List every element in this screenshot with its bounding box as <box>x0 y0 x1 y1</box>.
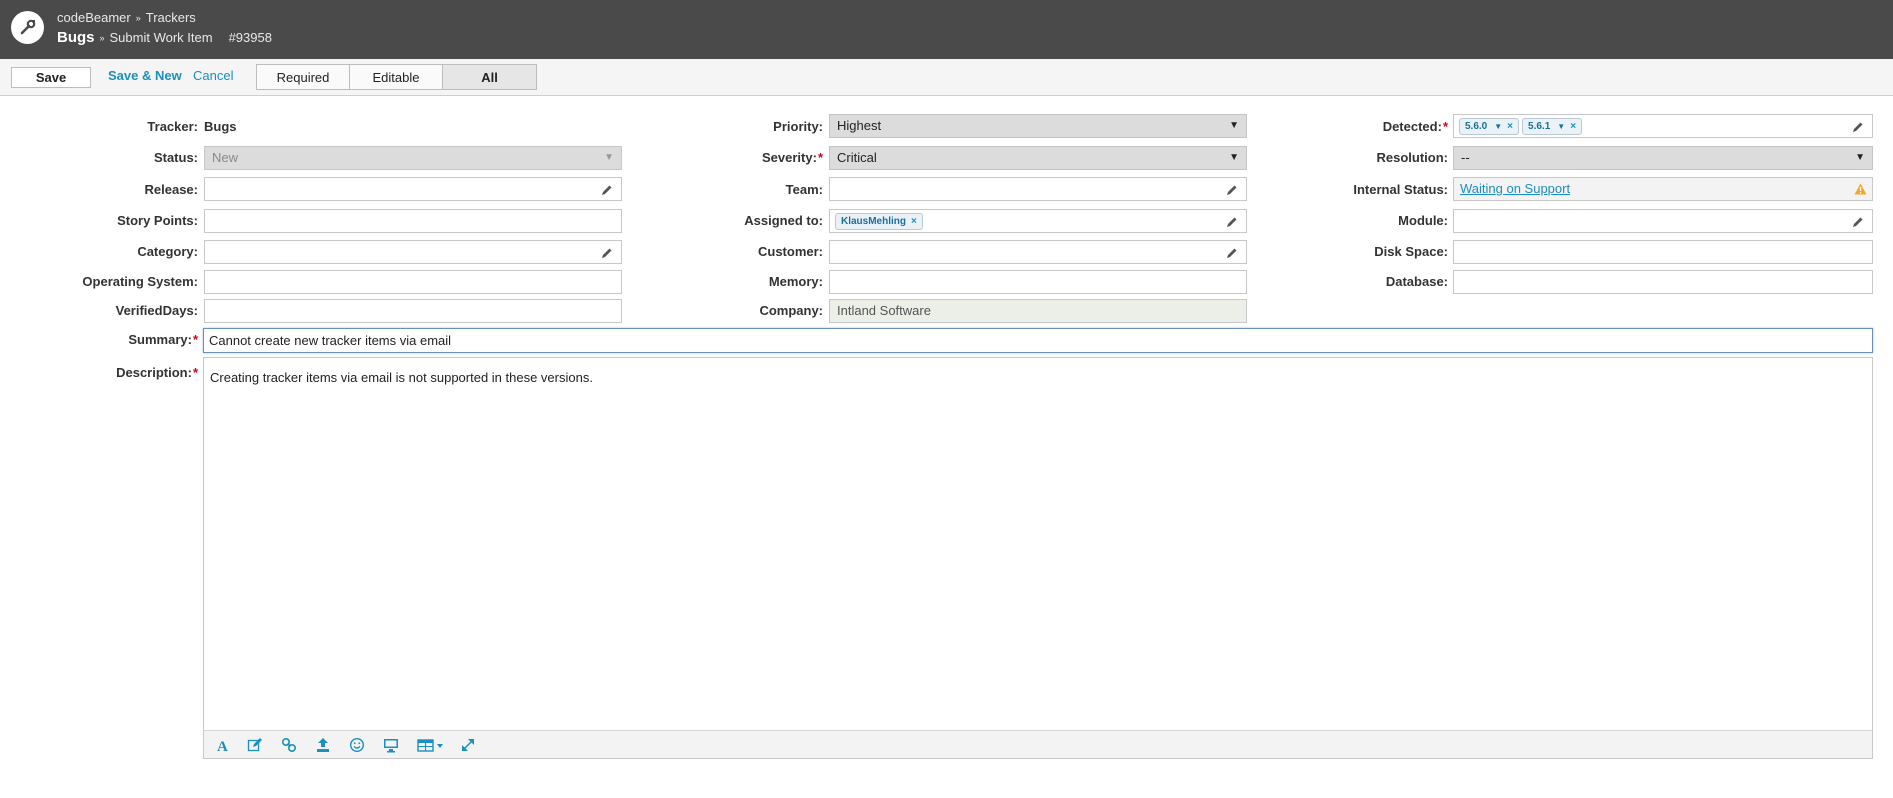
assigned-to-field[interactable]: KlausMehling × <box>829 209 1247 233</box>
warning-icon <box>1854 183 1867 195</box>
description-text[interactable]: Creating tracker items via email is not … <box>210 370 593 385</box>
release-field[interactable] <box>204 177 622 201</box>
chevron-down-icon[interactable]: ▼ <box>1557 122 1565 131</box>
priority-select[interactable]: Highest ▼ <box>829 114 1247 138</box>
summary-label: Summary:* <box>128 332 198 347</box>
item-id: #93958 <box>228 30 272 45</box>
resolution-value: -- <box>1461 150 1470 165</box>
internal-status-link[interactable]: Waiting on Support <box>1460 181 1570 196</box>
chevron-down-icon: ▼ <box>1229 120 1239 131</box>
table-icon[interactable] <box>417 737 447 753</box>
filter-all-button[interactable]: All <box>443 65 536 89</box>
svg-text:A: A <box>217 739 228 753</box>
team-field[interactable] <box>829 177 1247 201</box>
editor-toolbar: A <box>204 730 1872 758</box>
assigned-to-label: Assigned to: <box>744 213 823 228</box>
module-field[interactable] <box>1453 209 1873 233</box>
memory-label: Memory: <box>768 274 823 289</box>
pencil-icon[interactable] <box>1852 216 1864 228</box>
customer-label: Customer: <box>757 244 823 259</box>
category-label: Category: <box>137 244 198 259</box>
chevron-down-icon: ▼ <box>1229 152 1239 163</box>
preview-icon[interactable] <box>383 737 399 753</box>
save-button[interactable]: Save <box>11 67 91 88</box>
priority-label: Priority: <box>773 119 823 134</box>
filter-required-button[interactable]: Required <box>257 65 350 89</box>
detected-field[interactable]: 5.6.0 ▼ × 5.6.1 ▼ × <box>1453 114 1873 138</box>
memory-input[interactable] <box>829 270 1247 294</box>
internal-status-label: Internal Status: <box>1353 182 1448 197</box>
tracker-value: Bugs <box>204 119 237 134</box>
filter-editable-button[interactable]: Editable <box>350 65 443 89</box>
customer-field[interactable] <box>829 240 1247 264</box>
disk-space-label: Disk Space: <box>1374 244 1448 259</box>
database-label: Database: <box>1385 274 1448 289</box>
fullscreen-icon[interactable] <box>460 737 476 753</box>
description-label: Description:* <box>116 365 198 380</box>
resolution-label: Resolution: <box>1376 150 1449 165</box>
breadcrumb-trackers[interactable]: Trackers <box>146 10 196 25</box>
action-toolbar: Save Save & New Cancel Required Editable… <box>0 59 1893 96</box>
story-points-label: Story Points: <box>117 213 198 228</box>
severity-select[interactable]: Critical ▼ <box>829 146 1247 170</box>
close-icon[interactable]: × <box>911 216 917 227</box>
detected-version-chip[interactable]: 5.6.1 ▼ × <box>1522 118 1583 135</box>
status-label: Status: <box>153 150 198 165</box>
company-label: Company: <box>759 303 823 318</box>
category-field[interactable] <box>204 240 622 264</box>
chevron-down-icon: ▼ <box>604 152 614 163</box>
detected-version-chip[interactable]: 5.6.0 ▼ × <box>1459 118 1520 135</box>
breadcrumb-separator-icon: » <box>135 13 141 23</box>
status-value: New <box>212 150 239 165</box>
severity-value: Critical <box>837 150 877 165</box>
save-and-new-button[interactable]: Save & New <box>108 68 182 83</box>
company-value: Intland Software <box>829 299 1247 323</box>
severity-label: Severity:* <box>762 150 823 165</box>
module-label: Module: <box>1398 213 1448 228</box>
assignee-chip[interactable]: KlausMehling × <box>835 213 923 230</box>
chevron-down-icon[interactable]: ▼ <box>1494 122 1502 131</box>
team-label: Team: <box>785 182 823 197</box>
pencil-icon[interactable] <box>1226 216 1238 228</box>
release-label: Release: <box>144 182 198 197</box>
priority-value: Highest <box>837 118 882 133</box>
pencil-icon[interactable] <box>601 184 613 196</box>
upload-icon[interactable] <box>315 737 331 753</box>
close-icon[interactable]: × <box>1507 121 1513 132</box>
chevron-down-icon: ▼ <box>1855 152 1865 163</box>
operating-system-input[interactable] <box>204 270 622 294</box>
verified-days-input[interactable] <box>204 299 622 323</box>
pencil-icon[interactable] <box>1852 121 1864 133</box>
breadcrumb: codeBeamer » Trackers <box>57 10 196 25</box>
pencil-icon[interactable] <box>601 247 613 259</box>
text-format-icon[interactable]: A <box>214 737 230 753</box>
field-filter-group: Required Editable All <box>256 64 537 90</box>
app-header: codeBeamer » Trackers Bugs » Submit Work Ite… <box>0 0 1893 59</box>
breadcrumb-app[interactable]: codeBeamer <box>57 10 131 25</box>
close-icon[interactable]: × <box>1570 121 1576 132</box>
disk-space-input[interactable] <box>1453 240 1873 264</box>
detected-label: Detected:* <box>1382 119 1448 134</box>
pencil-icon[interactable] <box>1226 247 1238 259</box>
codebeamer-logo-icon[interactable] <box>11 11 44 44</box>
database-input[interactable] <box>1453 270 1873 294</box>
tracker-name[interactable]: Bugs <box>57 29 95 46</box>
page-title: Bugs » Submit Work Item #93958 <box>57 29 272 46</box>
resolution-select[interactable]: -- ▼ <box>1453 146 1873 170</box>
cancel-button[interactable]: Cancel <box>193 68 233 83</box>
page-name: Submit Work Item <box>109 30 213 45</box>
internal-status-field: Waiting on Support <box>1453 177 1873 201</box>
pencil-icon[interactable] <box>1226 184 1238 196</box>
story-points-input[interactable] <box>204 209 622 233</box>
tracker-label: Tracker: <box>147 119 198 134</box>
emoji-icon[interactable] <box>349 737 365 753</box>
title-separator-icon: » <box>99 33 105 43</box>
summary-input[interactable]: Cannot create new tracker items via emai… <box>203 328 1873 353</box>
link-icon[interactable] <box>281 737 297 753</box>
status-select: New ▼ <box>204 146 622 170</box>
operating-system-label: Operating System: <box>82 274 198 289</box>
description-editor[interactable]: Creating tracker items via email is not … <box>203 357 1873 759</box>
edit-icon[interactable] <box>247 737 263 753</box>
verified-days-label: VerifiedDays: <box>115 303 198 318</box>
